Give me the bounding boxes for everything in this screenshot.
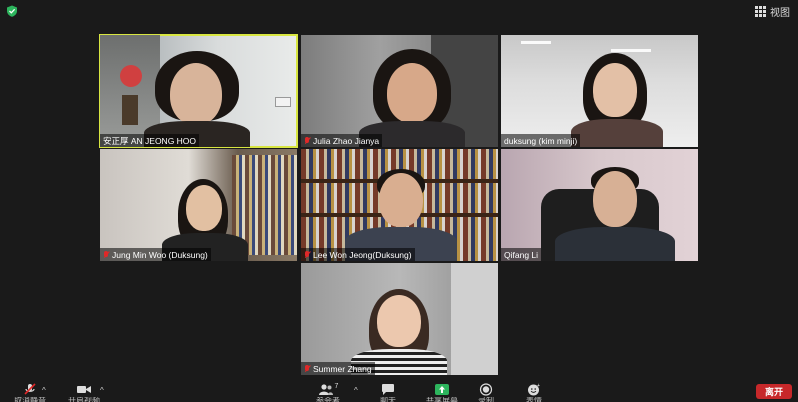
record-button[interactable]: 录制 [478, 383, 494, 402]
participant-name-tag: duksung (kim minji) [501, 134, 581, 147]
chat-button[interactable]: 聊天 [380, 383, 396, 402]
participant-name: Summer Zhang [313, 363, 372, 374]
svg-text:+: + [537, 383, 540, 389]
participants-label: 参会者 [316, 397, 340, 402]
participants-button[interactable]: 7 参会者 [316, 383, 340, 402]
shield-icon[interactable] [6, 5, 18, 17]
video-tile-jung-min-woo[interactable]: Jung Min Woo (Duksung) [100, 149, 297, 261]
mic-muted-icon [24, 383, 36, 395]
share-screen-icon [435, 384, 449, 395]
start-video-button[interactable]: 开启视频 [68, 383, 100, 402]
share-screen-label: 共享屏幕 [426, 397, 458, 402]
participant-name-tag: Jung Min Woo (Duksung) [100, 248, 211, 261]
audio-options-chevron-icon[interactable]: ^ [42, 386, 46, 395]
share-screen-button[interactable]: 共享屏幕 [426, 383, 458, 402]
participants-count: 7 [334, 383, 339, 390]
video-tile-lee-won-jeong[interactable]: Lee Won Jeong(Duksung) [301, 149, 498, 261]
participants-icon [318, 384, 333, 395]
record-icon [479, 383, 493, 396]
participant-name: duksung (kim minji) [504, 135, 578, 146]
participant-name: Lee Won Jeong(Duksung) [313, 249, 412, 260]
reactions-label: 表情 [526, 397, 542, 402]
participant-name: 安正厚 AN JEONG HOO [103, 135, 197, 146]
meeting-top-bar: 视图 [0, 0, 798, 22]
mic-muted-icon [304, 250, 310, 259]
smiley-icon: + [528, 383, 540, 396]
participant-name: Jung Min Woo (Duksung) [112, 249, 208, 260]
reactions-button[interactable]: + 表情 [526, 383, 542, 402]
participant-name-tag: Julia Zhao Jianya [301, 134, 383, 147]
video-options-chevron-icon[interactable]: ^ [100, 386, 104, 395]
mic-muted-icon [103, 250, 109, 259]
participant-name-tag: Summer Zhang [301, 362, 375, 375]
video-tile-summer-zhang[interactable]: Summer Zhang [301, 263, 498, 375]
video-camera-icon [77, 386, 91, 393]
video-tile-julia-zhao-jianya[interactable]: Julia Zhao Jianya [301, 35, 498, 147]
unmute-label: 取消静音 [14, 397, 46, 402]
view-label: 视图 [770, 8, 790, 19]
mic-muted-icon [304, 136, 310, 145]
video-tile-qifang-li[interactable]: Qifang Li [501, 149, 698, 261]
meeting-toolbar: 取消静音 ^ 开启视频 ^ 7 参会者 ^ 聊天 共享屏幕 录制 + 表情 离开 [0, 380, 798, 402]
participants-options-chevron-icon[interactable]: ^ [354, 386, 358, 395]
record-label: 录制 [478, 397, 494, 402]
chat-icon [382, 384, 394, 395]
participant-name: Julia Zhao Jianya [313, 135, 380, 146]
mic-muted-icon [304, 364, 310, 373]
participant-name: Qifang Li [504, 249, 539, 260]
participant-name-tag: 安正厚 AN JEONG HOO [100, 134, 200, 147]
video-tile-an-jeong-hoo[interactable]: 安正厚 AN JEONG HOO [99, 34, 298, 148]
start-video-label: 开启视频 [68, 397, 100, 402]
view-button[interactable]: 视图 [755, 4, 790, 19]
chat-label: 聊天 [380, 397, 396, 402]
gallery-grid-icon [755, 6, 766, 17]
leave-meeting-button[interactable]: 离开 [756, 384, 792, 399]
participant-name-tag: Lee Won Jeong(Duksung) [301, 248, 415, 261]
participant-name-tag: Qifang Li [501, 248, 542, 261]
video-tile-kim-minji[interactable]: duksung (kim minji) [501, 35, 698, 147]
